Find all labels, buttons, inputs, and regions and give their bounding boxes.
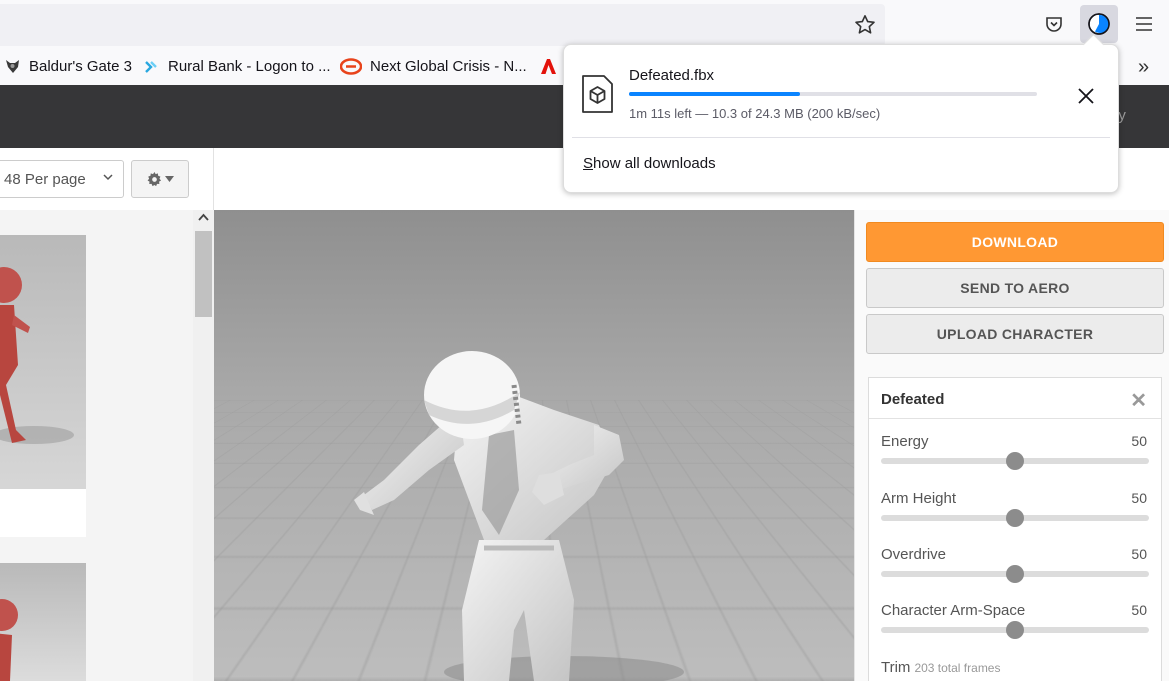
slider-value: 50	[1131, 490, 1147, 506]
upload-character-button[interactable]: UPLOAD CHARACTER	[866, 314, 1164, 354]
downloads-panel: Defeated.fbx 1m 11s left — 10.3 of 24.3 …	[563, 44, 1119, 193]
bookmark-baldurs-gate[interactable]: Baldur's Gate 3	[4, 58, 132, 75]
address-bar[interactable]	[0, 4, 885, 46]
animation-title: Defeated	[881, 391, 945, 408]
bookmark-star-icon[interactable]	[853, 13, 877, 37]
show-all-label: how all downloads	[593, 155, 716, 172]
list-scrollbar[interactable]	[193, 210, 214, 681]
divider	[572, 137, 1110, 138]
chevron-down-icon	[102, 170, 114, 186]
card-header: Defeated ✕	[869, 378, 1161, 419]
slider-row: Arm Height 50	[881, 490, 1149, 540]
thumbnail-label-area	[0, 489, 86, 537]
send-to-aero-button[interactable]: SEND TO AERO	[866, 268, 1164, 308]
settings-dropdown-button[interactable]	[131, 160, 189, 198]
close-icon[interactable]: ✕	[1130, 388, 1147, 413]
next-global-crisis-favicon	[340, 58, 362, 75]
slider-row: Character Arm-Space 50	[881, 602, 1149, 652]
slider-handle[interactable]	[1006, 621, 1024, 639]
adobe-favicon	[541, 59, 556, 74]
slider-label: Overdrive	[881, 546, 947, 563]
cancel-download-icon[interactable]	[1074, 84, 1098, 108]
slider-label: Arm Height	[881, 490, 957, 507]
slider-value: 50	[1131, 602, 1147, 618]
gear-icon	[147, 171, 161, 186]
slider-handle[interactable]	[1006, 509, 1024, 527]
bookmark-adobe[interactable]	[540, 58, 557, 75]
download-progress-bar	[629, 92, 1037, 96]
download-status: 1m 11s left — 10.3 of 24.3 MB (200 kB/se…	[629, 106, 881, 121]
character-preview-image	[0, 267, 74, 444]
downloads-button[interactable]	[1080, 5, 1118, 43]
bookmark-label: Next Global Crisis - N...	[370, 58, 527, 75]
bookmark-next-global-crisis[interactable]: Next Global Crisis - N...	[340, 58, 527, 75]
slider-label: Character Arm-Space	[881, 602, 1026, 619]
slider-value: 50	[1131, 546, 1147, 562]
baldurs-gate-favicon	[6, 60, 19, 73]
slider-track[interactable]	[881, 621, 1149, 639]
slider-track[interactable]	[881, 452, 1149, 470]
browser-toolbar	[0, 0, 1169, 50]
animation-list	[0, 210, 214, 681]
slider-handle[interactable]	[1006, 565, 1024, 583]
slider-value: 50	[1131, 433, 1147, 449]
slider-row: Overdrive 50	[881, 546, 1149, 596]
show-all-downloads-link[interactable]: Show all downloads	[583, 155, 716, 172]
animation-settings-card: Defeated ✕ Energy 50 Arm Height 50 Overdrive…	[868, 377, 1162, 681]
pocket-icon[interactable]	[1035, 5, 1073, 43]
character-model	[354, 351, 684, 681]
download-file-name[interactable]: Defeated.fbx	[629, 67, 714, 84]
scrollbar-thumb[interactable]	[195, 231, 212, 317]
character-preview-image	[0, 599, 18, 681]
download-progress-icon	[1088, 13, 1110, 35]
hamburger-menu-icon[interactable]	[1125, 5, 1163, 43]
slider-label: Energy	[881, 433, 929, 450]
slider-row: Energy 50	[881, 433, 1149, 483]
bookmark-label: Baldur's Gate 3	[29, 58, 132, 75]
per-page-select[interactable]: 48 Per page	[0, 160, 124, 198]
animation-settings-panel: DOWNLOAD SEND TO AERO UPLOAD CHARACTER D…	[854, 210, 1169, 681]
access-key: S	[583, 155, 594, 172]
slider-track[interactable]	[881, 565, 1149, 583]
download-button[interactable]: DOWNLOAD	[866, 222, 1164, 262]
bookmark-rural-bank[interactable]: Rural Bank - Logon to ...	[143, 58, 331, 75]
slider-track[interactable]	[881, 509, 1149, 527]
per-page-value: 48 Per page	[4, 171, 86, 188]
file-3d-model-icon	[582, 75, 613, 113]
rural-bank-favicon	[145, 61, 157, 73]
slider-handle[interactable]	[1006, 452, 1024, 470]
trim-row: Trim 203 total frames	[881, 659, 1000, 676]
animation-thumbnail[interactable]	[0, 235, 86, 537]
3d-viewport[interactable]	[214, 210, 854, 681]
caret-down-icon	[164, 176, 174, 182]
scroll-up-arrow-icon[interactable]	[193, 212, 214, 230]
animation-thumbnail[interactable]	[0, 563, 86, 681]
bookmarks-overflow-icon[interactable]: »	[1138, 56, 1149, 79]
trim-label: Trim	[881, 659, 911, 676]
trim-frames: 203 total frames	[914, 661, 1001, 675]
download-progress-fill	[629, 92, 801, 96]
bookmark-label: Rural Bank - Logon to ...	[168, 58, 331, 75]
divider	[213, 148, 214, 210]
